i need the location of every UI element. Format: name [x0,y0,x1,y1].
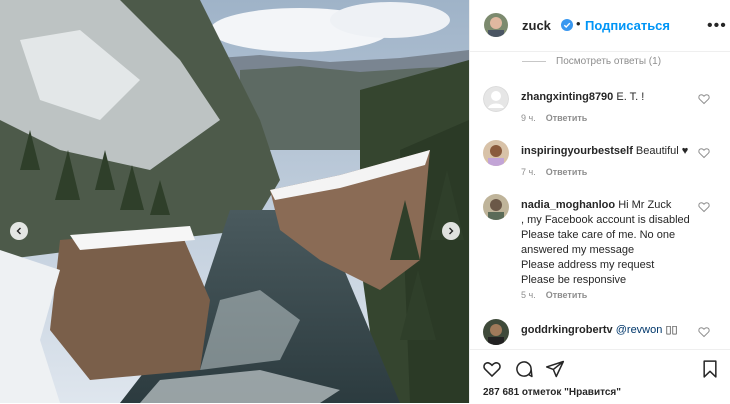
chevron-left-icon [16,227,21,235]
comment-username[interactable]: goddrkingrobertv [521,324,613,336]
comment-text: zhangxinting8790 E. T. ! [521,90,701,105]
avatar[interactable] [483,319,509,345]
heart-icon[interactable] [698,201,710,213]
comment-time: 9 ч. [521,113,536,123]
comment-time: 7 ч. [521,167,536,177]
comment-icon[interactable] [514,359,534,379]
comment-meta: 5 ч. Ответить [521,290,597,300]
post-photo[interactable] [0,0,469,403]
comment-body: Beautiful ♥ [635,145,689,157]
likes-count[interactable]: 287 681 отметок "Нравится" [483,387,621,398]
reply-button[interactable]: Ответить [546,290,588,300]
reply-button[interactable]: Ответить [546,167,588,177]
post-side-panel: zuck • Подписаться ••• Посмотреть ответы… [469,0,730,404]
view-replies-button[interactable]: Посмотреть ответы (1) [522,56,661,67]
reply-button[interactable]: Ответить [546,113,588,123]
divider [522,60,546,62]
heart-icon[interactable] [698,147,710,159]
comment-body: E. T. ! [616,91,645,103]
post-author-username[interactable]: zuck [522,18,551,33]
profile-picture-icon [483,140,509,166]
comment-username[interactable]: zhangxinting8790 [521,91,613,103]
comment-body: Hi Mr Zuck , my Facebook account is disa… [521,199,690,286]
comment-mention[interactable]: @revwon [616,324,663,336]
bookmark-icon[interactable] [700,359,720,379]
chevron-right-icon [449,227,454,235]
follow-button[interactable]: Подписаться [585,18,670,33]
heart-icon[interactable] [698,93,710,105]
view-replies-label: Посмотреть ответы (1) [556,56,662,67]
post-actions-bar: 287 681 отметок "Нравится" [470,349,730,404]
avatar[interactable] [484,13,508,37]
comment-username[interactable]: inspiringyourbestself [521,145,633,157]
verified-badge-icon [561,19,573,31]
share-icon[interactable] [545,359,565,379]
profile-picture-icon [484,13,508,37]
more-options-icon[interactable]: ••• [707,17,727,35]
avatar[interactable] [483,194,509,220]
separator-dot: • [576,16,581,31]
comment-text: inspiringyourbestself Beautiful ♥ [521,144,701,159]
post-header: zuck • Подписаться ••• [470,0,730,52]
comment-username[interactable]: nadia_moghanloo [521,199,615,211]
avatar[interactable] [483,140,509,166]
avatar[interactable] [483,86,509,112]
landscape-image [0,0,469,403]
default-avatar-icon [483,86,509,112]
comment-text: nadia_moghanloo Hi Mr Zuck , my Facebook… [521,198,701,288]
comment-meta: 7 ч. Ответить [521,167,597,177]
heart-icon[interactable] [698,326,710,338]
comment-body: ▯▯ [665,324,678,336]
profile-picture-icon [483,319,509,345]
comment-meta: 9 ч. Ответить [521,113,597,123]
previous-photo-button[interactable] [10,222,28,240]
heart-icon[interactable] [482,359,502,379]
comment-time: 5 ч. [521,290,536,300]
profile-picture-icon [483,194,509,220]
next-photo-button[interactable] [442,222,460,240]
comment-text: goddrkingrobertv @revwon ▯▯ [521,323,701,338]
